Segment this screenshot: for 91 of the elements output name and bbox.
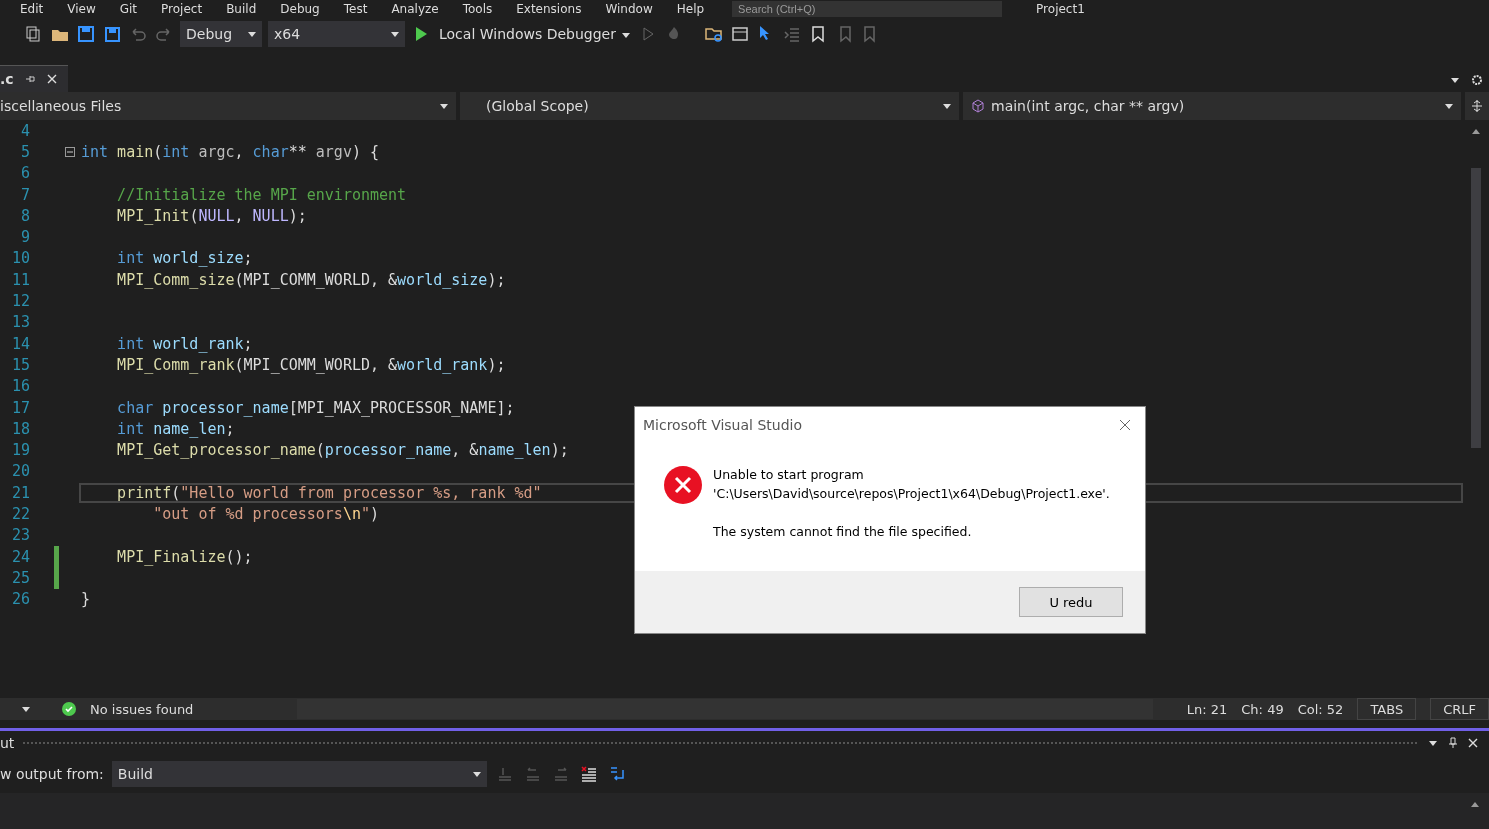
caret-icon	[391, 31, 399, 37]
solution-name: Project1	[1036, 2, 1085, 16]
menu-item[interactable]: Debug	[280, 2, 320, 16]
split-icon[interactable]	[1471, 100, 1483, 112]
line-number: 15	[10, 355, 30, 374]
line-number: 7	[19, 185, 30, 204]
check-circle-icon	[62, 702, 76, 716]
caret-icon	[622, 32, 630, 38]
menu-item[interactable]: Git	[119, 2, 138, 16]
platform-dropdown[interactable]: x64	[268, 21, 405, 47]
caret-icon	[472, 771, 481, 777]
code-line: MPI_Init(NULL, NULL);	[116, 206, 307, 225]
indent-mode-button[interactable]: TABS	[1357, 698, 1417, 720]
menu-item[interactable]: View	[67, 2, 96, 16]
menu-item[interactable]: Analyze	[391, 2, 439, 16]
line-number: 24	[10, 547, 30, 566]
code-line: int main(int argc, char** argv) {	[81, 142, 380, 161]
code-line: }	[81, 590, 91, 609]
line-number: 14	[10, 334, 30, 353]
dialog-message: Unable to start program	[713, 466, 865, 484]
code-line: char processor_name[MPI_MAX_PROCESSOR_NAME];	[116, 398, 515, 417]
line-number: 20	[10, 462, 30, 481]
line-number: 16	[10, 377, 30, 396]
start-debugger-button[interactable]: Local Windows Debugger	[437, 26, 632, 42]
code-line: printf("Hello world from processor %s, rank %d"	[116, 483, 542, 502]
line-number: 18	[10, 419, 30, 438]
collapse-icon[interactable]	[65, 146, 75, 157]
line-number: 26	[10, 590, 30, 609]
line-number: 12	[10, 292, 30, 310]
code-line: MPI_Comm_rank(MPI_COMM_WORLD, &world_rank);	[116, 355, 506, 374]
line-number: 9	[19, 228, 30, 247]
cube-icon	[971, 99, 985, 113]
save-icon[interactable]	[76, 24, 96, 44]
menu-item[interactable]: Tools	[462, 2, 493, 16]
line-number: 13	[10, 313, 30, 332]
code-line: MPI_Get_processor_name(processor_name, &name_len);	[116, 441, 569, 460]
code-line: int world_size;	[116, 249, 253, 268]
line-number: 6	[19, 164, 30, 183]
line-ending-button[interactable]: CRLF	[1430, 698, 1489, 720]
menu-item[interactable]: Edit	[20, 2, 44, 16]
column-indicator: Col: 52	[1297, 701, 1344, 717]
pin-icon[interactable]	[23, 73, 36, 85]
output-source-label: w output from:	[0, 766, 104, 782]
menu-item[interactable]: Project	[161, 2, 203, 16]
code-line: int name_len;	[116, 419, 235, 438]
output-source-dropdown[interactable]: Build	[111, 761, 487, 787]
search-field[interactable]: Search (Ctrl+Q)	[732, 1, 1003, 17]
issues-status[interactable]: No issues found	[90, 701, 194, 717]
char-indicator: Ch: 49	[1241, 701, 1284, 717]
scrollbar-thumb[interactable]	[1471, 168, 1481, 448]
configuration-dropdown[interactable]: Debug	[180, 21, 262, 47]
dialog-title: Microsoft Visual Studio	[643, 417, 802, 433]
save-all-icon[interactable]	[102, 24, 122, 44]
line-number: 25	[10, 568, 30, 587]
clear-all-icon[interactable]	[578, 764, 599, 784]
menu-item[interactable]: Help	[676, 2, 705, 16]
line-number: 22	[10, 505, 30, 523]
menu-item[interactable]: Extensions	[516, 2, 582, 16]
menu-item[interactable]: Window	[605, 2, 653, 16]
line-number: 8	[19, 206, 30, 225]
code-line: int world_rank;	[116, 334, 253, 353]
dialog-path: 'C:\Users\David\source\repos\Project1\x64\Debug\Project1.exe'.	[713, 485, 1110, 503]
code-line: MPI_Comm_size(MPI_COMM_WORLD, &world_size);	[116, 270, 506, 289]
menu-item[interactable]: Test	[343, 2, 368, 16]
line-number: 17	[10, 398, 30, 417]
line-number: 23	[10, 526, 30, 545]
caret-icon	[943, 103, 951, 109]
caret-icon	[1445, 103, 1453, 109]
code-line: MPI_Finalize();	[116, 547, 253, 566]
ok-button[interactable]: U redu	[1019, 587, 1123, 617]
line-number: 11	[10, 270, 30, 289]
line-indicator: Ln: 21	[1186, 701, 1228, 717]
pin-icon[interactable]	[1447, 737, 1459, 749]
window-icon[interactable]	[730, 24, 750, 44]
line-number: 10	[10, 249, 30, 268]
line-number: 19	[10, 441, 30, 460]
error-icon	[663, 465, 703, 505]
line-number: 4	[19, 121, 30, 140]
caret-icon	[440, 103, 448, 109]
caret-icon	[248, 31, 256, 37]
dialog-detail: The system cannot find the file specified.	[713, 523, 973, 541]
code-line: "out of %d processors\n")	[152, 505, 380, 523]
menu-item[interactable]: Build	[226, 2, 257, 16]
panel-title: ut	[0, 735, 15, 751]
line-number: 21	[10, 483, 30, 502]
document-tab[interactable]: .c	[0, 65, 68, 92]
code-line: //Initialize the MPI environment	[116, 185, 407, 204]
project-dropdown[interactable]: iscellaneous Files	[0, 92, 460, 120]
line-number: 5	[19, 142, 30, 161]
settings-icon[interactable]	[1471, 74, 1483, 86]
close-icon[interactable]	[1119, 419, 1131, 431]
